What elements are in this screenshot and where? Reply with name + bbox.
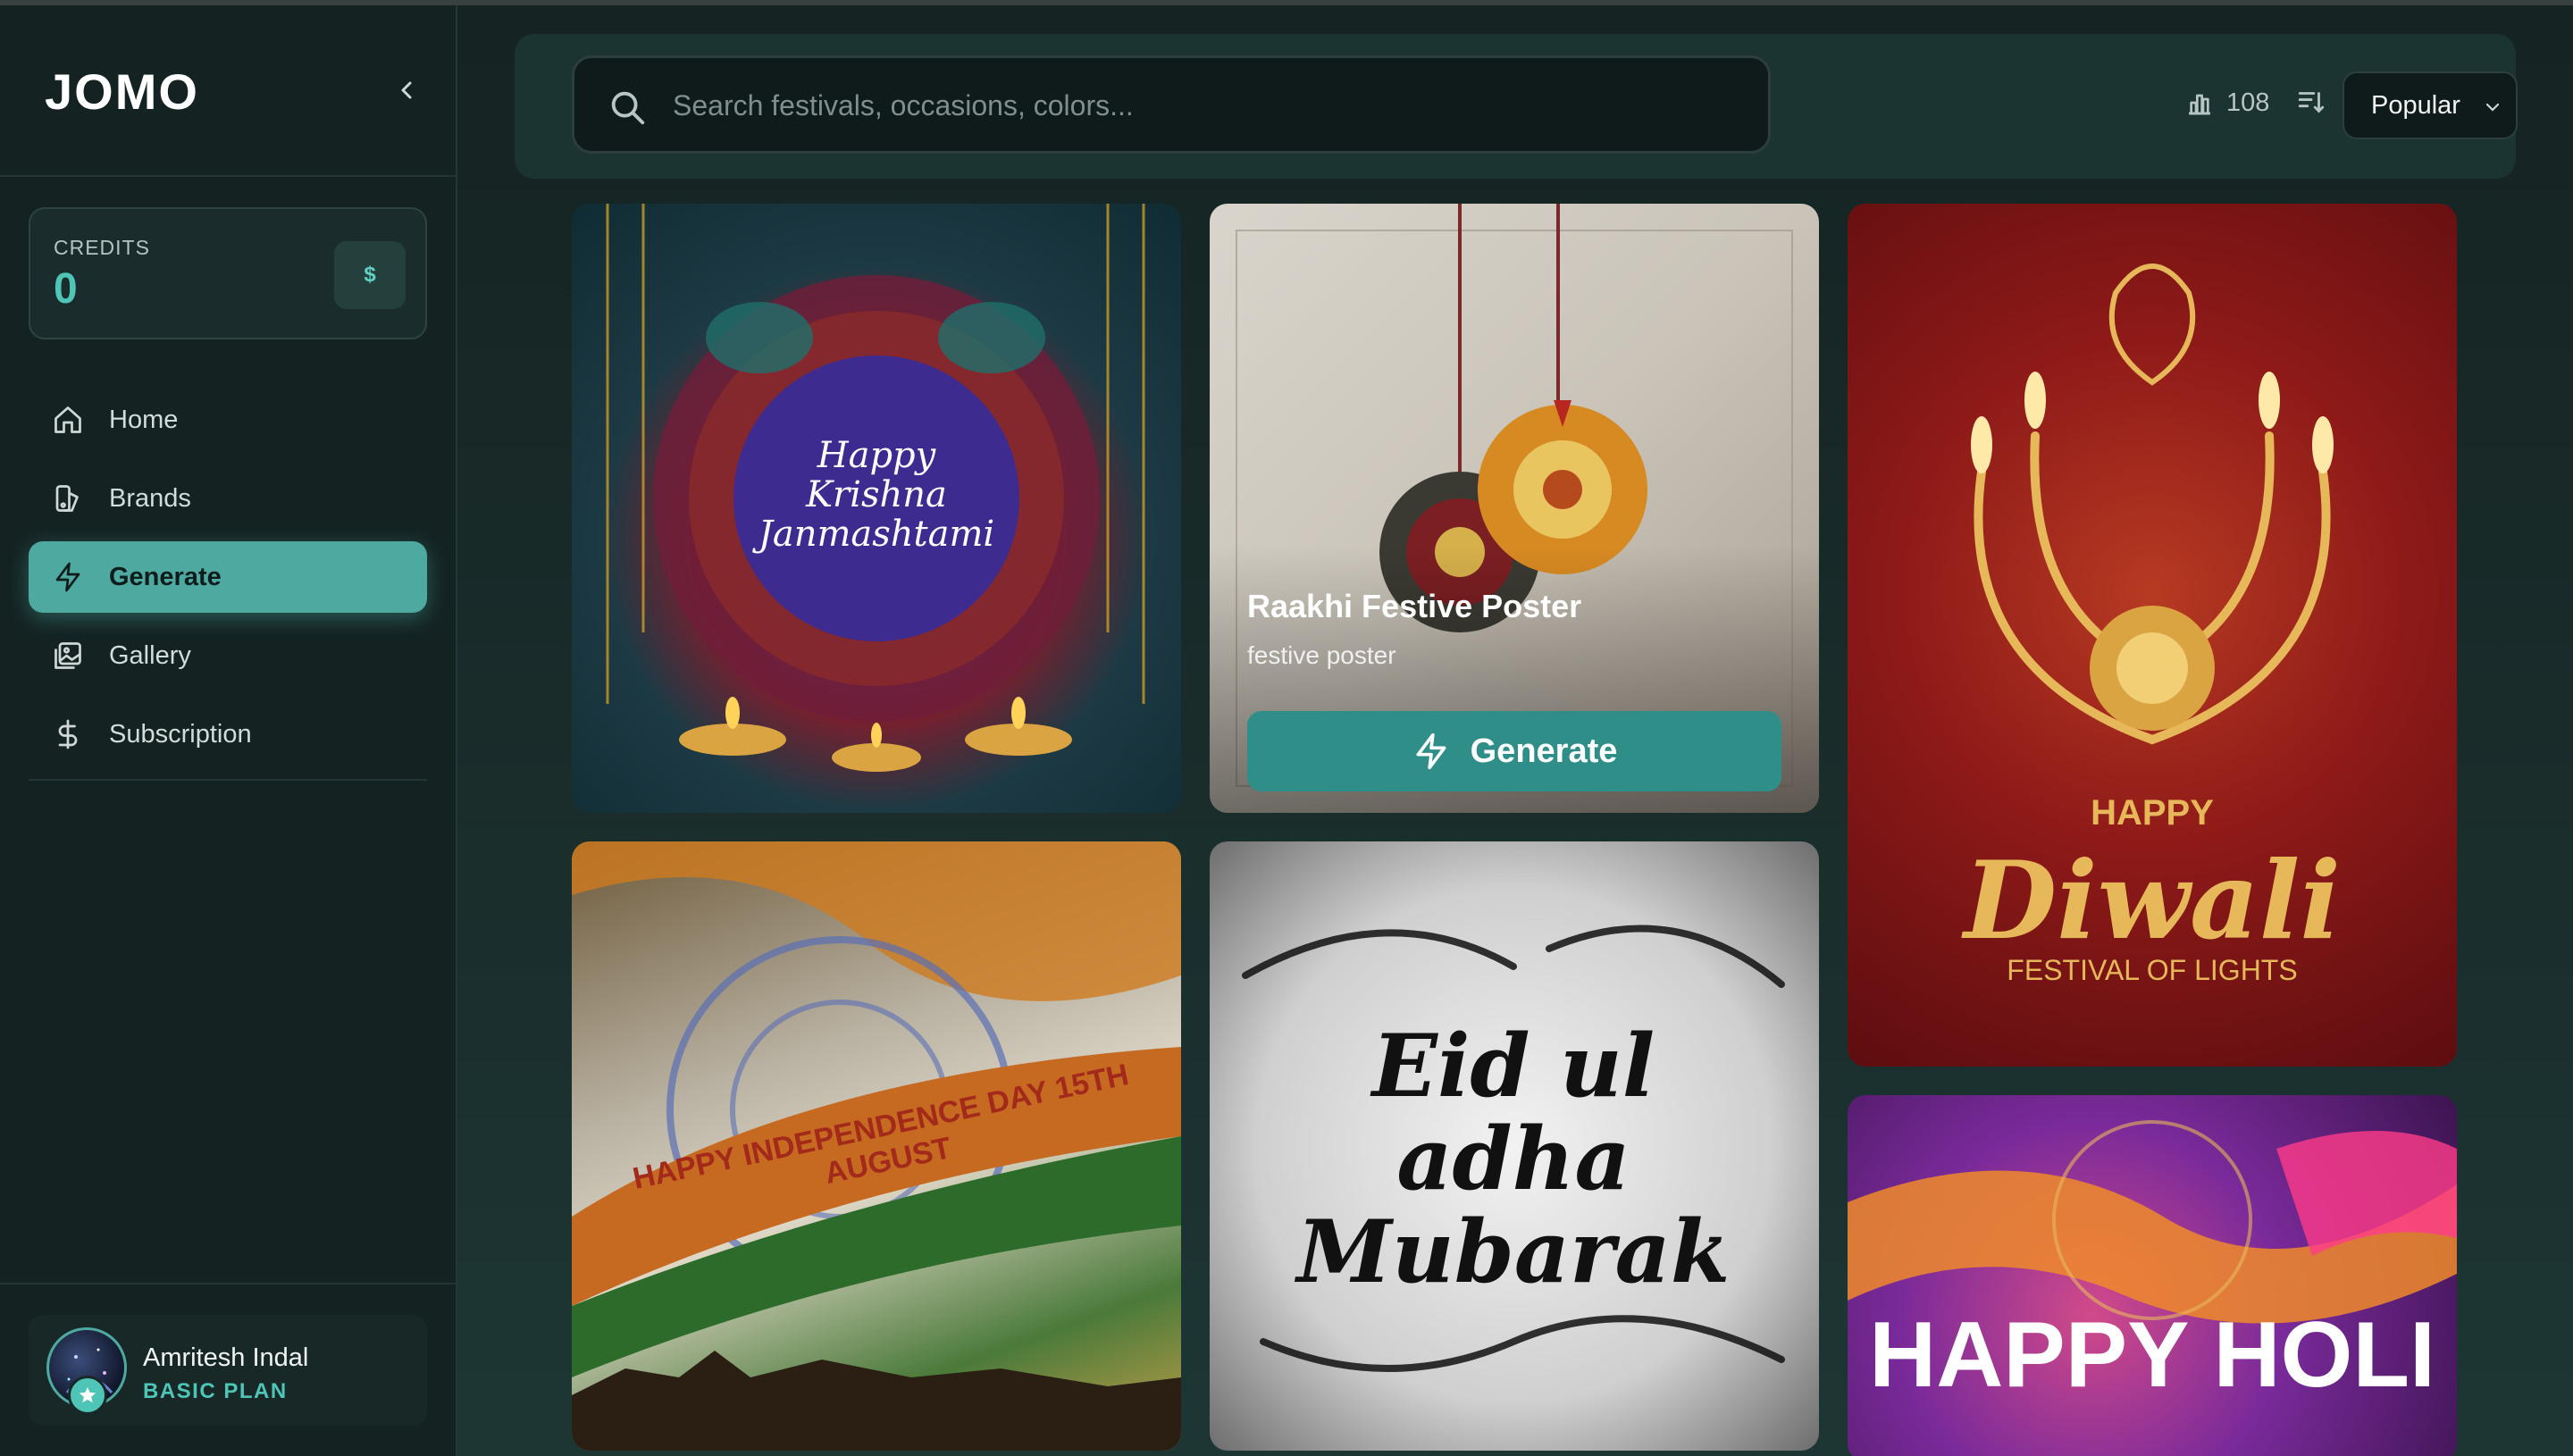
dollar-icon bbox=[50, 716, 86, 752]
bolt-icon bbox=[1416, 732, 1446, 770]
divider bbox=[29, 779, 427, 781]
sidebar-item-label: Brands bbox=[109, 483, 191, 513]
chevron-down-icon bbox=[2485, 103, 2500, 112]
search-input[interactable] bbox=[673, 79, 1727, 131]
app-logo[interactable]: JOMO bbox=[45, 63, 199, 121]
collapse-sidebar-button[interactable] bbox=[393, 77, 420, 104]
bar-chart-icon bbox=[2189, 94, 2210, 115]
credits-card: CREDITS 0 $ bbox=[29, 207, 427, 339]
template-card-independence-day[interactable]: HAPPY INDEPENDENCE DAY 15TH AUGUST bbox=[572, 841, 1181, 1451]
generate-button[interactable]: Generate bbox=[1247, 711, 1781, 791]
sidebar-item-label: Gallery bbox=[109, 640, 191, 670]
user-area: Amritesh Indal BASIC PLAN bbox=[0, 1283, 456, 1456]
card-title: Raakhi Festive Poster bbox=[1247, 588, 1582, 624]
chevron-left-icon bbox=[401, 81, 412, 99]
card-caption-happy: HAPPY bbox=[2091, 793, 2214, 833]
credits-value: 0 bbox=[54, 265, 78, 313]
toolbar: 108 Popular bbox=[515, 34, 2518, 179]
sidebar-item-label: Home bbox=[109, 405, 179, 434]
brands-icon bbox=[50, 481, 86, 516]
generate-button-label: Generate bbox=[1470, 732, 1618, 770]
gallery-icon bbox=[50, 638, 86, 674]
search-icon bbox=[611, 91, 645, 125]
sort-dropdown[interactable]: Popular bbox=[2343, 71, 2518, 139]
result-count: 108 bbox=[2185, 80, 2269, 125]
credits-label: CREDITS bbox=[54, 236, 150, 259]
logo-row: JOMO bbox=[0, 5, 456, 177]
home-icon bbox=[50, 402, 86, 438]
template-card-raakhi[interactable]: Raakhi Festive Poster festive poster Gen… bbox=[1210, 204, 1819, 813]
verified-badge-icon bbox=[68, 1376, 107, 1415]
sidebar-item-brands[interactable]: Brands bbox=[29, 463, 427, 534]
sort-icon[interactable] bbox=[2296, 86, 2326, 116]
template-card-eid-ul-adha[interactable]: Eid ul adha Mubarak bbox=[1210, 841, 1819, 1451]
sidebar-item-label: Subscription bbox=[109, 719, 252, 749]
user-profile-card[interactable]: Amritesh Indal BASIC PLAN bbox=[29, 1315, 427, 1426]
template-card-holi[interactable]: HAPPY HOLI bbox=[1848, 1095, 2457, 1456]
user-plan: BASIC PLAN bbox=[143, 1379, 288, 1403]
sidebar-nav: Home Brands Generate Gallery Subscriptio… bbox=[29, 384, 427, 777]
result-count-value: 108 bbox=[2226, 88, 2270, 117]
sidebar-item-generate[interactable]: Generate bbox=[29, 541, 427, 613]
card-caption-title: Diwali bbox=[1964, 838, 2341, 964]
sidebar-item-gallery[interactable]: Gallery bbox=[29, 620, 427, 691]
bolt-icon bbox=[50, 559, 86, 595]
template-card-krishna-janmashtami[interactable]: Happy Krishna Janmashtami bbox=[572, 204, 1181, 813]
card-caption: HAPPY HOLI bbox=[1869, 1303, 2435, 1407]
user-name: Amritesh Indal bbox=[143, 1343, 309, 1372]
card-caption-tagline: FESTIVAL OF LIGHTS bbox=[2007, 954, 2298, 986]
sidebar-item-label: Generate bbox=[109, 562, 222, 591]
card-caption: Happy Krishna Janmashtami bbox=[758, 435, 995, 555]
sidebar-item-subscription[interactable]: Subscription bbox=[29, 699, 427, 770]
main-content: 108 Popular Happy Krishna Janmashtami bbox=[457, 5, 2573, 1456]
template-card-diwali[interactable]: HAPPY Diwali FESTIVAL OF LIGHTS bbox=[1848, 204, 2457, 1067]
sidebar: JOMO CREDITS 0 $ Home Brands Generate Ga… bbox=[0, 5, 457, 1456]
card-subtitle: festive poster bbox=[1247, 641, 1396, 669]
card-caption: Eid ul adha Mubarak bbox=[1296, 1016, 1731, 1302]
sidebar-item-home[interactable]: Home bbox=[29, 384, 427, 456]
sort-dropdown-value: Popular bbox=[2371, 90, 2460, 120]
search-box[interactable] bbox=[572, 55, 1771, 154]
buy-credits-button[interactable]: $ bbox=[334, 241, 406, 309]
